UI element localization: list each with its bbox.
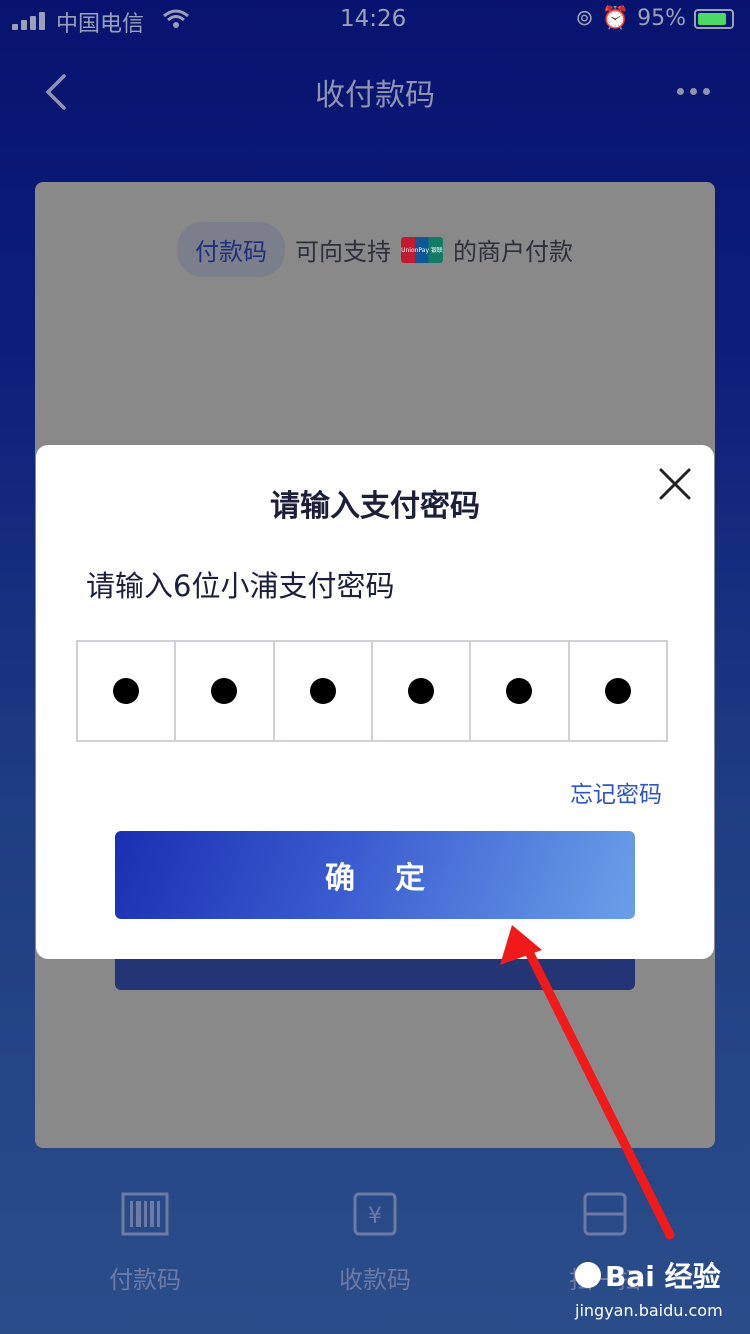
page-title: 收付款码 [315,78,435,113]
watermark-brand: Bai 经验 [575,1255,723,1295]
tab-label: 收款码 [339,1266,411,1294]
orientation-lock-icon: ⊚ [575,6,594,31]
svg-text:¥: ¥ [368,1204,382,1229]
tab-pay-code[interactable]: 付款码 [55,1180,235,1295]
pin-cell [78,642,177,740]
yuan-receive-icon: ¥ [353,1192,397,1236]
pin-cell [471,642,570,740]
pin-cell [176,642,275,740]
forgot-password-link[interactable]: 忘记密码 [570,775,662,809]
close-icon[interactable] [658,467,692,501]
confirm-button[interactable]: 确定 [115,831,635,919]
barcode-icon [121,1192,169,1236]
dialog-subtitle: 请输入6位小浦支付密码 [86,569,395,603]
pin-dot [506,678,533,704]
dialog-title: 请输入支付密码 [270,489,480,524]
battery-icon [694,8,734,29]
pin-dot [604,678,631,704]
tab-receive-code[interactable]: ¥ 收款码 [285,1180,465,1295]
battery-percent: 95% [637,6,686,31]
baidu-paw-icon [575,1262,601,1288]
pin-dot [211,678,238,704]
baidu-watermark: Bai 经验 jingyan.baidu.com [575,1255,723,1320]
clock: 14:26 [340,6,407,32]
watermark-site: jingyan.baidu.com [575,1301,723,1320]
tab-label: 付款码 [109,1266,181,1294]
card-text-1: 可向支持 [295,238,391,266]
more-options-icon[interactable] [677,88,710,95]
status-bar: 中国电信 14:26 ⊚ ⏰ 95% [0,0,750,40]
pin-dot [309,678,336,704]
password-dialog: 请输入支付密码 请输入6位小浦支付密码 忘记密码 确定 [36,445,714,959]
unionpay-logo-icon: UnionPay 银联 [401,236,443,263]
pin-cell [373,642,472,740]
pin-dot [408,678,435,704]
alarm-icon: ⏰ [601,6,630,31]
pin-input[interactable] [76,640,668,742]
scan-icon [583,1192,627,1236]
wifi-icon [163,9,189,28]
pin-cell [275,642,373,740]
card-header: 付款码 可向支持 UnionPay 银联 的商户付款 [35,222,715,277]
signal-icon [12,12,48,30]
pin-dot [113,678,140,704]
payment-code-pill: 付款码 [177,222,285,277]
nav-bar: 收付款码 [0,50,750,134]
card-text-2: 的商户付款 [453,238,573,266]
carrier-label: 中国电信 [56,12,145,37]
watermark-brand-text: Bai 经验 [605,1260,721,1293]
pin-cell [570,642,666,740]
